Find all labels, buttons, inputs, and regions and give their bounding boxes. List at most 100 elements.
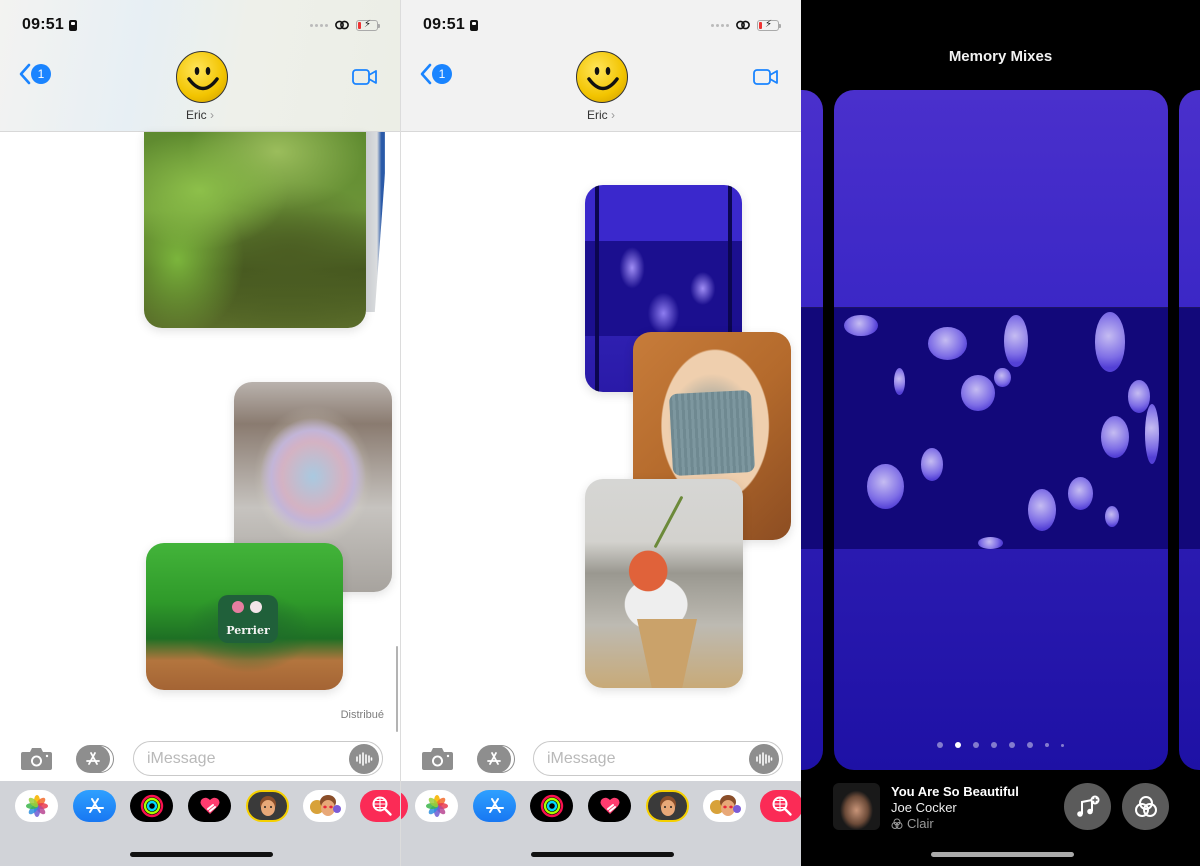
imessage-field[interactable] <box>533 741 783 776</box>
app-images[interactable] <box>760 790 801 822</box>
memoji-icon <box>259 796 276 816</box>
video-call-icon[interactable] <box>352 68 378 86</box>
status-bar: 09:51 ⚡ <box>22 14 380 36</box>
back-button[interactable]: 1 <box>18 63 51 85</box>
audio-message-button[interactable] <box>749 744 779 774</box>
camera-icon[interactable] <box>421 747 454 771</box>
photo-ice-cream-cherry[interactable] <box>585 479 743 688</box>
app-digital-touch[interactable] <box>588 790 631 822</box>
signal-icon <box>310 23 328 27</box>
jellyfish-shape <box>920 447 944 481</box>
filter-circles-icon <box>1134 795 1157 817</box>
photo-perrier-bottle[interactable]: Perrier <box>146 543 343 690</box>
jellyfish-shape <box>927 326 967 360</box>
imessage-field[interactable] <box>133 741 383 776</box>
jellyfish-shape <box>844 314 878 336</box>
status-bar: 09:51 ⚡ <box>423 14 781 36</box>
focus-id-icon <box>469 19 478 31</box>
photo-stack-edge <box>366 132 388 312</box>
filter-label: Clair <box>891 816 934 831</box>
chevron-left-icon <box>420 63 432 85</box>
app-store-icon <box>487 752 501 765</box>
contact-avatar[interactable] <box>576 51 628 103</box>
camera-icon[interactable] <box>20 747 53 771</box>
jellyfish-shape <box>1027 488 1056 531</box>
battery-icon: ⚡ <box>757 19 781 31</box>
app-app-store[interactable] <box>473 790 516 822</box>
apps-button[interactable] <box>76 745 114 773</box>
chevron-left-icon <box>19 63 31 85</box>
compose-bar <box>401 735 801 781</box>
photos-icon <box>25 795 48 817</box>
mix-card-previous[interactable] <box>801 90 823 770</box>
jellyfish-shape <box>994 367 1012 388</box>
app-images[interactable] <box>360 790 400 822</box>
page-indicator[interactable] <box>801 742 1200 748</box>
home-indicator[interactable] <box>931 852 1074 857</box>
image-search-icon <box>772 796 792 816</box>
contact-avatar[interactable] <box>176 51 228 103</box>
conversation-header: 09:51 ⚡ 1 Eric › <box>401 0 801 132</box>
apps-button[interactable] <box>477 745 515 773</box>
memoji-stickers-icon <box>309 795 341 816</box>
filter-name: Clair <box>907 816 934 831</box>
page-dot[interactable] <box>991 742 997 748</box>
app-photos[interactable] <box>15 790 58 822</box>
delivered-status: Distribué <box>340 709 384 721</box>
message-input[interactable] <box>134 742 334 775</box>
page-dot[interactable] <box>1027 742 1033 748</box>
message-input[interactable] <box>534 742 734 775</box>
signal-icon <box>711 23 729 27</box>
change-music-button[interactable] <box>1064 783 1111 830</box>
page-dot[interactable] <box>955 742 961 748</box>
page-dot[interactable] <box>1009 742 1015 748</box>
page-dot[interactable] <box>1061 743 1064 747</box>
jellyfish-shape <box>1144 404 1159 465</box>
app-memoji[interactable] <box>646 790 689 822</box>
jellyfish-shape <box>1094 312 1126 373</box>
contact-name[interactable]: Eric › <box>401 108 801 122</box>
page-dot[interactable] <box>937 742 943 748</box>
jellyfish-photo <box>834 307 1168 549</box>
jellyfish-shape <box>867 464 904 510</box>
mix-card-current[interactable] <box>834 90 1168 770</box>
messages-screen-1: 09:51 ⚡ 1 Eric › Perrier Distribué <box>0 0 400 866</box>
memory-mixes-title: Memory Mixes <box>948 48 1053 65</box>
jellyfish-shape <box>960 375 995 412</box>
change-filter-button[interactable] <box>1122 783 1169 830</box>
video-call-icon[interactable] <box>753 68 779 86</box>
app-store-icon <box>485 798 504 813</box>
page-dot[interactable] <box>973 742 979 748</box>
filter-circles-icon <box>891 818 903 829</box>
app-memoji-stickers[interactable] <box>303 790 346 822</box>
jellyfish-shape <box>1101 416 1130 459</box>
home-indicator[interactable] <box>130 852 273 857</box>
app-fitness[interactable] <box>130 790 173 822</box>
album-artwork[interactable] <box>833 783 880 830</box>
photos-icon <box>425 795 448 817</box>
app-photos[interactable] <box>415 790 458 822</box>
heart-icon <box>200 797 219 814</box>
app-memoji[interactable] <box>246 790 289 822</box>
back-button[interactable]: 1 <box>419 63 452 85</box>
activity-rings-icon <box>140 794 163 818</box>
mix-card-next[interactable] <box>1179 90 1200 770</box>
app-fitness[interactable] <box>530 790 573 822</box>
audio-message-button[interactable] <box>349 744 379 774</box>
smiley-face-icon <box>587 67 619 91</box>
jellyfish-photo <box>1179 307 1200 549</box>
memoji-icon <box>659 796 676 816</box>
jellyfish-shape <box>1067 476 1093 510</box>
smiley-face-icon <box>187 67 219 91</box>
scrollbar[interactable] <box>396 646 398 732</box>
page-dot[interactable] <box>1045 743 1049 747</box>
app-digital-touch[interactable] <box>188 790 231 822</box>
contact-name[interactable]: Eric › <box>0 108 400 122</box>
app-memoji-stickers[interactable] <box>703 790 746 822</box>
app-images-partial[interactable] <box>401 790 408 822</box>
photo-pond[interactable] <box>144 132 366 328</box>
app-app-store[interactable] <box>73 790 116 822</box>
home-indicator[interactable] <box>531 852 674 857</box>
song-artist: Joe Cocker <box>891 800 957 815</box>
battery-icon: ⚡ <box>356 19 380 31</box>
